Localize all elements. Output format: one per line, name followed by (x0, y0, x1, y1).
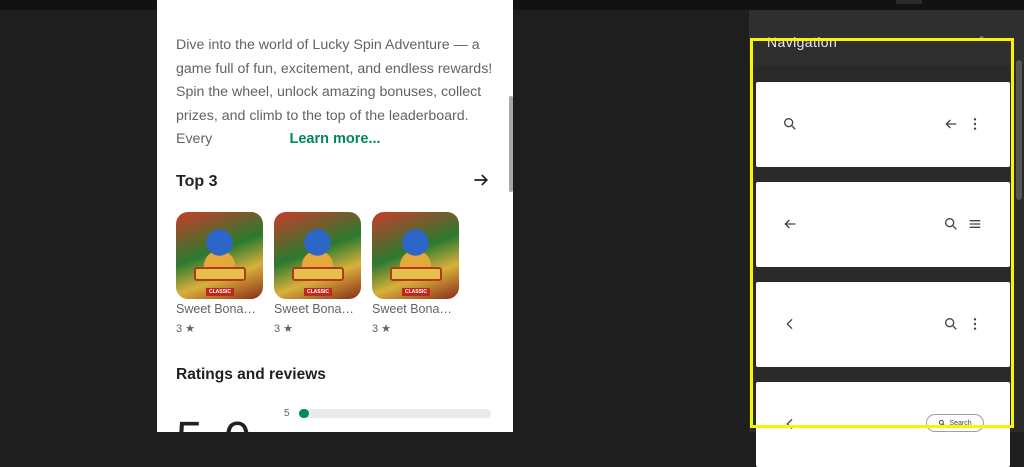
game-logo-band (292, 267, 344, 281)
game-rating: 3 ★ (274, 323, 294, 335)
ratings-heading: Ratings and reviews (176, 366, 326, 383)
arrow-left-icon[interactable] (943, 116, 959, 132)
search-pill-label: Search (949, 419, 972, 427)
game-name: Sweet Bonan… (372, 302, 458, 316)
menu-icon[interactable] (967, 216, 983, 232)
arrow-left-icon[interactable] (782, 216, 798, 232)
game-thumbnail: CLASSIC (274, 212, 361, 299)
learn-more-link[interactable]: Learn more... (157, 131, 513, 147)
game-card-2[interactable]: CLASSIC Sweet Bonan… 3 ★ (274, 212, 364, 335)
more-vert-icon[interactable] (967, 316, 983, 332)
panel-title: Navigation (767, 34, 838, 50)
nav-bar-variant-1[interactable] (756, 82, 1010, 167)
scrollbar[interactable] (1016, 60, 1022, 200)
search-icon[interactable] (943, 216, 959, 232)
search-icon (939, 419, 946, 427)
search-pill[interactable]: Search (926, 414, 984, 432)
section-heading-clipped (176, 0, 296, 5)
classic-badge: CLASSIC (402, 288, 430, 296)
game-logo-band (194, 267, 246, 281)
arrow-right-icon[interactable] (471, 170, 491, 190)
rating-bar-fill (299, 409, 309, 418)
classic-badge: CLASSIC (304, 288, 332, 296)
chevron-left-icon[interactable] (782, 316, 798, 332)
rating-bar-track (299, 409, 491, 418)
top3-heading: Top 3 (176, 173, 218, 190)
game-card-1[interactable]: CLASSIC Sweet Bonan… 3 ★ (176, 212, 266, 335)
game-rating: 3 ★ (372, 323, 392, 335)
search-icon[interactable] (782, 116, 798, 132)
app-details-panel: Dive into the world of Lucky Spin Advent… (157, 0, 513, 432)
game-thumbnail: CLASSIC (176, 212, 263, 299)
chevron-left-icon[interactable] (782, 416, 798, 432)
game-thumbnail: CLASSIC (372, 212, 459, 299)
average-score: 5.0 (176, 412, 255, 432)
game-name: Sweet Bonan… (274, 302, 360, 316)
classic-badge: CLASSIC (206, 288, 234, 296)
search-icon[interactable] (943, 316, 959, 332)
top-bar-handle (896, 0, 922, 4)
more-vert-icon[interactable] (967, 116, 983, 132)
nav-bar-variant-2[interactable] (756, 182, 1010, 267)
nav-bar-variant-4[interactable]: Search (756, 382, 1010, 467)
game-logo-band (390, 267, 442, 281)
game-card-3[interactable]: CLASSIC Sweet Bonan… 3 ★ (372, 212, 462, 335)
game-rating: 3 ★ (176, 323, 196, 335)
chevron-up-icon[interactable]: ⌃ (977, 34, 986, 47)
game-name: Sweet Bonan… (176, 302, 262, 316)
nav-bar-variant-3[interactable] (756, 282, 1010, 367)
rating-bar-label: 5 (284, 408, 290, 419)
scrollbar[interactable] (509, 96, 513, 192)
navigation-panel: Navigation ⌃ Search (749, 10, 1024, 467)
